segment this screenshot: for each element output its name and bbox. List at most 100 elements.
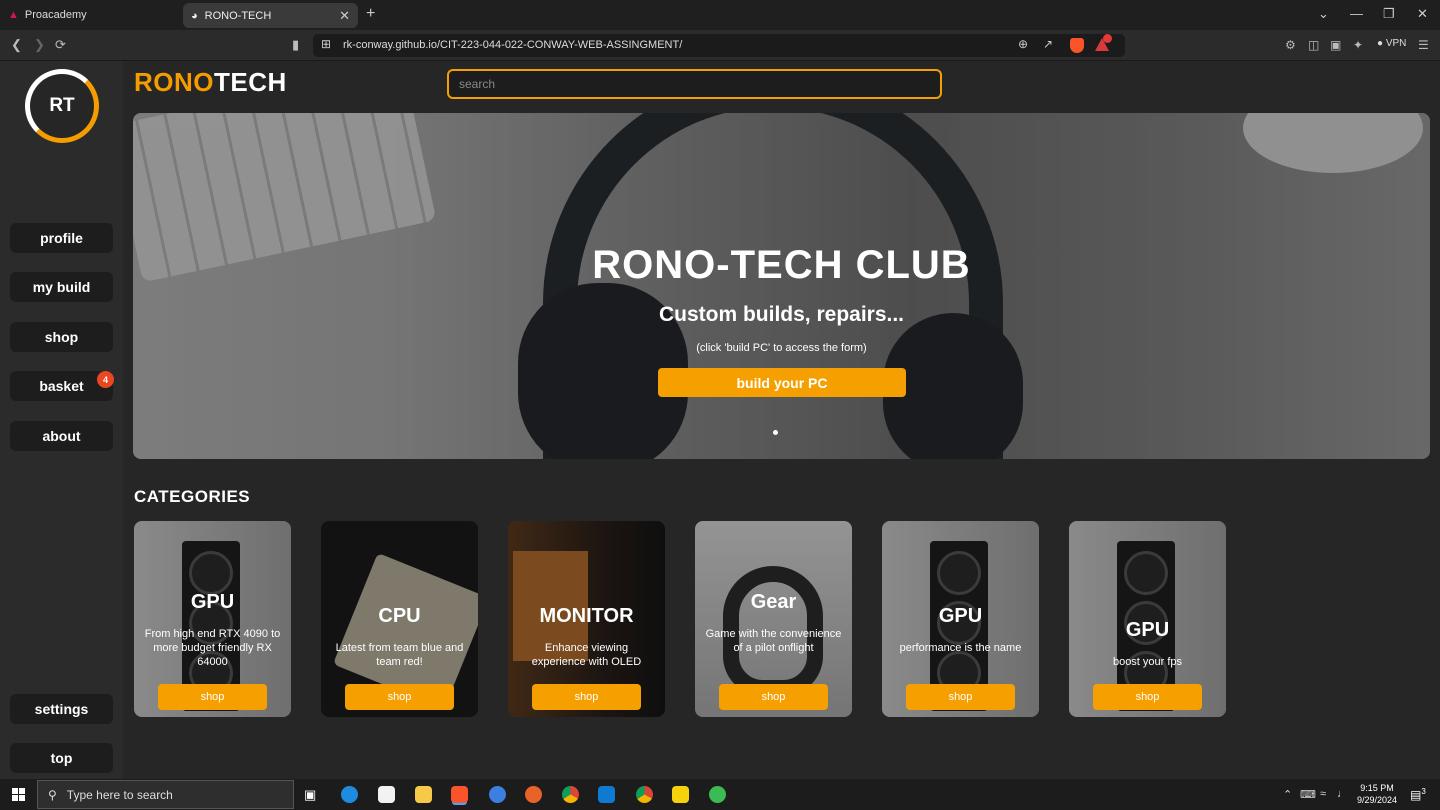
file-explorer-icon[interactable]: [415, 786, 432, 803]
search-icon: ⚲: [48, 787, 57, 802]
scroll-top-button[interactable]: top: [10, 743, 113, 773]
zoom-icon[interactable]: ⊕: [1018, 37, 1028, 51]
category-card-gpu: GPU boost your fps shop: [1069, 521, 1226, 717]
tab-label: Proacademy: [24, 9, 87, 21]
tab-rono-tech[interactable]: ◕ RONO-TECH ✕: [183, 3, 358, 28]
url-bar[interactable]: ⊞ rk-conway.github.io/CIT-223-044-022-CO…: [313, 34, 1125, 57]
app-icon[interactable]: [709, 786, 726, 803]
category-card-cpu: CPU Latest from team blue and team red! …: [321, 521, 478, 717]
address-toolbar: ❮ ❯ ⟳ ▮ ⊞ rk-conway.github.io/CIT-223-04…: [0, 30, 1440, 61]
hero-subtitle: Custom builds, repairs...: [658, 303, 905, 326]
share-icon[interactable]: ↗: [1043, 37, 1053, 51]
category-card-gpu: GPU performance is the name shop: [882, 521, 1039, 717]
windows-taskbar: ⚲ Type here to search ▣ ⌃ ⌨ ≈ ♩ 9:15 PM …: [0, 779, 1440, 810]
brave-shields-icon[interactable]: [1070, 38, 1084, 53]
site-settings-icon[interactable]: ⊞: [321, 37, 331, 51]
shop-button[interactable]: shop: [906, 684, 1015, 710]
menu-icon[interactable]: ☰: [1418, 38, 1429, 52]
card-description: Latest from team blue and team red!: [335, 642, 464, 668]
shop-button[interactable]: shop: [345, 684, 454, 710]
category-card-gpu: GPU From high end RTX 4090 to more budge…: [134, 521, 291, 717]
shop-button[interactable]: shop: [158, 684, 267, 710]
volume-icon[interactable]: ♩: [1337, 788, 1348, 800]
globe-icon: ◕: [191, 9, 198, 22]
windows-start-icon[interactable]: [12, 788, 25, 801]
vpn-label: VPN: [1385, 38, 1407, 49]
page: RT profile my build shop basket 4 about …: [0, 61, 1440, 779]
leo-ai-icon[interactable]: ✦: [1353, 38, 1363, 52]
wifi-icon[interactable]: ≈: [1320, 788, 1326, 800]
shop-button[interactable]: shop: [532, 684, 641, 710]
browser-tab-bar: ▲ Proacademy ◕ RONO-TECH ✕ + ⌄ — ❐ ✕: [0, 0, 1440, 30]
chrome-profile-icon[interactable]: [636, 786, 653, 803]
notification-icon[interactable]: ▤3: [1410, 787, 1426, 802]
category-card-monitor: MONITOR Enhance viewing experience with …: [508, 521, 665, 717]
close-tab-icon[interactable]: ✕: [339, 8, 350, 24]
keyboard-icon[interactable]: ⌨: [1300, 788, 1316, 801]
categories-heading: CATEGORIES: [134, 487, 251, 506]
shop-button[interactable]: shop: [719, 684, 828, 710]
logo-text: RT: [49, 95, 75, 116]
tray-chevron-icon[interactable]: ⌃: [1283, 788, 1292, 801]
sidebar-toggle-icon[interactable]: ◫: [1308, 38, 1319, 52]
hero-note: (click 'build PC' to access the form): [696, 342, 867, 354]
edge-icon[interactable]: [341, 786, 358, 803]
brand-title: RONOTECH: [134, 67, 287, 98]
taskbar-search[interactable]: ⚲ Type here to search: [37, 780, 294, 809]
card-description: Enhance viewing experience with OLED: [531, 642, 642, 668]
build-pc-button[interactable]: build your PC: [658, 368, 906, 397]
card-title: GPU: [1125, 619, 1170, 641]
shop-button[interactable]: shop: [1093, 684, 1202, 710]
store-icon[interactable]: [378, 786, 395, 803]
vpn-button[interactable]: ● VPN: [1377, 38, 1406, 49]
card-title: GPU: [190, 591, 235, 613]
card-title: CPU: [378, 605, 421, 627]
maximize-button[interactable]: ❐: [1383, 6, 1395, 22]
tab-search-icon[interactable]: ⌄: [1318, 6, 1329, 22]
brand-part2: TECH: [214, 67, 287, 97]
firefox-icon[interactable]: [525, 786, 542, 803]
reload-icon[interactable]: ⟳: [55, 37, 66, 53]
clock-time: 9:15 PM: [1360, 783, 1394, 793]
new-tab-button[interactable]: +: [366, 5, 375, 23]
carousel-dot[interactable]: [773, 430, 778, 435]
basket-count-badge: 4: [97, 371, 114, 388]
tab-proacademy[interactable]: ▲ Proacademy: [8, 4, 87, 26]
clock-date: 9/29/2024: [1357, 795, 1398, 805]
back-icon[interactable]: ❮: [11, 37, 22, 53]
wallet-icon[interactable]: ▣: [1330, 38, 1341, 52]
forward-icon[interactable]: ❯: [34, 37, 45, 53]
brave-taskbar-icon[interactable]: [451, 786, 468, 803]
sidebar-item-profile[interactable]: profile: [10, 223, 113, 253]
card-description: performance is the name: [899, 642, 1022, 654]
sidebar-item-my-build[interactable]: my build: [10, 272, 113, 302]
card-title: GPU: [938, 605, 983, 627]
sidebar-item-about[interactable]: about: [10, 421, 113, 451]
url-text: rk-conway.github.io/CIT-223-044-022-CONW…: [343, 39, 683, 51]
brand-part1: RONO: [134, 67, 214, 97]
sidebar: RT profile my build shop basket 4 about …: [0, 61, 123, 779]
hero-title: RONO-TECH CLUB: [592, 243, 971, 287]
minimize-button[interactable]: —: [1350, 6, 1363, 21]
proacademy-icon: ▲: [8, 9, 19, 21]
bookmark-icon[interactable]: ▮: [292, 37, 299, 53]
sidebar-item-shop[interactable]: shop: [10, 322, 113, 352]
task-view-icon[interactable]: ▣: [304, 787, 321, 804]
card-description: boost your fps: [1112, 656, 1183, 668]
chrome-icon[interactable]: [562, 786, 579, 803]
category-card-gear: Gear Game with the convenience of a pilo…: [695, 521, 852, 717]
card-description: Game with the convenience of a pilot onf…: [705, 628, 842, 654]
tab-label: RONO-TECH: [204, 9, 272, 22]
sidebar-item-settings[interactable]: settings: [10, 694, 113, 724]
hero-banner: RONO-TECH CLUB Custom builds, repairs...…: [133, 113, 1430, 459]
taskbar-search-placeholder: Type here to search: [66, 787, 173, 802]
card-title: Gear: [750, 591, 797, 613]
extensions-icon[interactable]: ⚙: [1285, 38, 1296, 52]
notes-icon[interactable]: [672, 786, 689, 803]
taskbar-clock[interactable]: 9:15 PM 9/29/2024: [1357, 782, 1397, 806]
app-icon[interactable]: [489, 786, 506, 803]
search-input[interactable]: [447, 69, 942, 99]
close-window-button[interactable]: ✕: [1417, 6, 1428, 22]
vscode-icon[interactable]: [598, 786, 615, 803]
rt-logo[interactable]: RT: [25, 69, 99, 143]
